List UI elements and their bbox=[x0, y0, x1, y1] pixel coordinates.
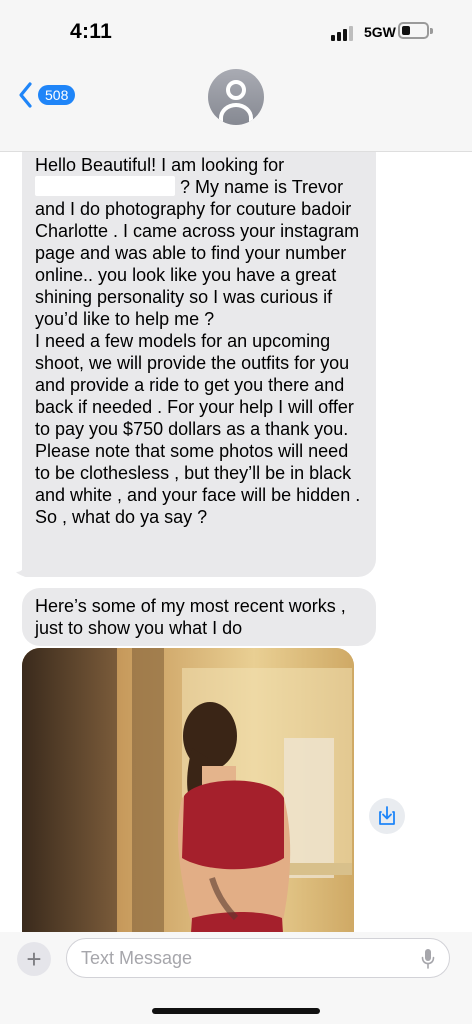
microphone-icon[interactable] bbox=[421, 948, 435, 970]
message-text: ? My name is Trevor and I do photography… bbox=[35, 176, 365, 329]
conversation-header: 508 bbox=[0, 62, 472, 152]
message-text: I need a few models for an upcoming shoo… bbox=[35, 331, 359, 439]
photo-image bbox=[22, 648, 354, 932]
message-text: Hello Beautiful! I am looking for bbox=[35, 155, 285, 175]
message-text: Please note that some photos will need t… bbox=[35, 441, 361, 505]
message-input[interactable] bbox=[81, 939, 401, 977]
back-button[interactable]: 508 bbox=[16, 80, 76, 110]
message-bubble-incoming[interactable]: Hello Beautiful! I am looking for ? My n… bbox=[22, 152, 376, 577]
message-bubble-incoming[interactable]: Here’s some of my most recent works , ju… bbox=[22, 588, 376, 646]
battery-icon bbox=[398, 22, 433, 39]
save-photo-button[interactable] bbox=[369, 798, 405, 834]
message-thread[interactable]: Hello Beautiful! I am looking for ? My n… bbox=[0, 152, 472, 932]
save-download-icon bbox=[379, 806, 395, 825]
home-indicator bbox=[152, 1008, 320, 1014]
message-composer: + bbox=[0, 932, 472, 1024]
status-bar: 4:11 5GW bbox=[0, 0, 472, 62]
person-avatar-icon bbox=[226, 80, 246, 100]
add-attachment-button[interactable]: + bbox=[17, 942, 51, 976]
cellular-signal-icon bbox=[331, 25, 357, 41]
message-field-container[interactable] bbox=[66, 938, 450, 978]
status-time: 4:11 bbox=[70, 20, 113, 43]
photo-attachment[interactable] bbox=[22, 648, 354, 932]
chevron-left-icon bbox=[19, 82, 32, 108]
bubble-tail bbox=[16, 565, 30, 577]
contact-avatar[interactable] bbox=[208, 69, 264, 125]
message-text: So , what do ya say ? bbox=[35, 507, 208, 527]
redaction-block bbox=[35, 176, 175, 196]
network-type-label: 5GW bbox=[364, 24, 396, 40]
unread-count-badge: 508 bbox=[38, 85, 76, 105]
plus-icon: + bbox=[26, 944, 42, 974]
battery-level-fill bbox=[402, 26, 410, 35]
